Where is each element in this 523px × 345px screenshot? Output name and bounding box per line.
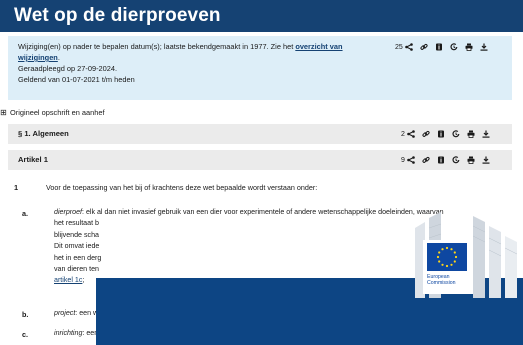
amendment-period: . bbox=[57, 53, 60, 62]
valid-period: Geldend van 01-07-2021 t/m heden bbox=[18, 75, 135, 84]
amendment-note-cont: wijzigingen. bbox=[18, 52, 502, 63]
consulted-date: Geraadpleegd op 27-09-2024. bbox=[18, 64, 118, 73]
print-icon[interactable] bbox=[465, 43, 473, 51]
definition-term: project bbox=[54, 309, 76, 317]
article-1c-link[interactable]: artikel 1c bbox=[54, 276, 82, 284]
definition-letter: c. bbox=[22, 330, 28, 339]
download-icon[interactable] bbox=[482, 156, 490, 164]
link-icon[interactable] bbox=[422, 130, 430, 138]
download-icon[interactable] bbox=[482, 130, 490, 138]
print-icon[interactable] bbox=[467, 156, 475, 164]
definition-term: inrichting bbox=[54, 329, 83, 337]
link-suffix: ; bbox=[82, 276, 85, 285]
share-icon[interactable] bbox=[407, 156, 415, 164]
link-icon[interactable] bbox=[420, 43, 428, 51]
ec-logo-line-2: Commission bbox=[427, 280, 456, 286]
link-icon[interactable] bbox=[422, 156, 430, 164]
article-title: Artikel 1 bbox=[18, 155, 48, 164]
changes-overview-link-cont[interactable]: wijzigingen bbox=[18, 53, 58, 62]
ec-logo-area: European Commission bbox=[405, 208, 523, 298]
toolbar-article: 9 bbox=[401, 156, 490, 164]
share-icon[interactable] bbox=[404, 43, 413, 51]
expand-icon: ⊞ bbox=[0, 108, 7, 117]
european-commission-logo: European Commission bbox=[423, 240, 473, 294]
share-count: 2 bbox=[401, 130, 405, 138]
history-icon[interactable] bbox=[450, 43, 458, 51]
original-heading-toggle[interactable]: ⊞ Origineel opschrift en aanhef bbox=[0, 108, 105, 117]
eu-flag-icon bbox=[427, 243, 467, 271]
definition-term: dierproef bbox=[54, 208, 82, 216]
section-title: § 1. Algemeen bbox=[18, 129, 69, 138]
share-count: 25 bbox=[395, 43, 403, 51]
info-icon[interactable] bbox=[435, 43, 443, 51]
amendment-text: Wijziging(en) op nader te bepalen datum(… bbox=[18, 42, 296, 51]
ec-logo-text: European Commission bbox=[427, 274, 456, 286]
changes-overview-link[interactable]: overzicht van bbox=[295, 42, 342, 51]
history-icon[interactable] bbox=[452, 156, 460, 164]
definition-letter: b. bbox=[22, 310, 29, 319]
definition-text: : elk al dan niet invasief gebruik van e… bbox=[82, 208, 444, 216]
info-icon[interactable] bbox=[437, 130, 445, 138]
download-icon[interactable] bbox=[480, 43, 488, 51]
page-title: Wet op de dierproeven bbox=[14, 5, 221, 26]
page-header: Wet op de dierproeven bbox=[0, 0, 523, 32]
original-heading-label: Origineel opschrift en aanhef bbox=[10, 108, 105, 117]
print-icon[interactable] bbox=[467, 130, 475, 138]
paragraph-text: Voor de toepassing van het bij of kracht… bbox=[46, 183, 318, 192]
paragraph-number: 1 bbox=[14, 183, 19, 192]
info-icon[interactable] bbox=[437, 156, 445, 164]
toolbar-law: 25 bbox=[395, 43, 488, 51]
share-icon[interactable] bbox=[407, 130, 415, 138]
share-count: 9 bbox=[401, 156, 405, 164]
definition-letter: a. bbox=[22, 209, 28, 218]
toolbar-section: 2 bbox=[401, 130, 490, 138]
history-icon[interactable] bbox=[452, 130, 460, 138]
